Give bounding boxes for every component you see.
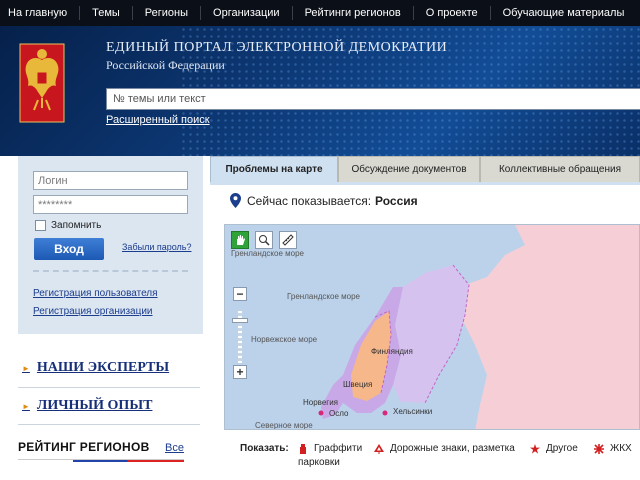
zoom-slider-thumb[interactable] [232,318,248,323]
search-input[interactable] [107,89,640,109]
nav-tutorials[interactable]: Обучающие материалы [489,6,637,20]
location-value: Россия [375,193,418,208]
site-header: ЕДИНЫЙ ПОРТАЛ ЭЛЕКТРОННОЙ ДЕМОКРАТИИ Рос… [0,26,640,156]
login-field[interactable] [34,172,187,189]
ruler-icon[interactable] [279,231,297,249]
coat-of-arms-icon[interactable] [18,42,66,124]
content-tabs: Проблемы на карте Обсуждение документов … [210,156,640,183]
experts-link[interactable]: ► НАШИ ЭКСПЕРТЫ [22,360,169,376]
road-sign-icon [374,444,384,454]
legend-utilities-label: ЖКХ [610,443,632,454]
zoom-out-button[interactable]: − [233,287,247,301]
legend-graffiti-text: Граффити парковки [298,442,363,470]
register-org-link[interactable]: Регистрация организации [33,306,153,317]
register-user-link[interactable]: Регистрация пользователя [33,288,158,299]
nav-organizations[interactable]: Организации [200,6,292,20]
graffiti-icon [300,444,306,454]
login-field-wrapper [33,171,188,190]
legend-graffiti[interactable]: Граффити парковки [298,442,362,470]
divider [33,270,188,272]
forgot-password-link[interactable]: Забыли пароль? [122,242,191,252]
legend-other[interactable]: Другое [530,442,578,456]
portal-subtitle: Российской Федерации [106,58,225,72]
experience-label: ЛИЧНЫЙ ОПЫТ [36,398,153,413]
rating-all-link[interactable]: Все [165,442,184,454]
map-label-sea: Северное море [255,421,313,430]
legend-graffiti-label: Граффити [314,443,363,454]
arrow-right-icon: ► [22,401,30,411]
legend-label: Показать: [240,443,289,454]
divider [18,387,200,388]
current-location: Сейчас показывается: Россия [230,193,418,208]
nav-topics[interactable]: Темы [79,6,132,20]
login-panel: Запомнить Вход Забыли пароль? Регистраци… [18,156,203,334]
map-label-sea: Гренландское море [231,249,304,258]
problems-map[interactable]: Гренландское море Гренландское море Норв… [224,224,640,430]
password-field-wrapper [33,195,188,214]
nav-about[interactable]: О проекте [412,6,490,20]
hand-pan-icon[interactable] [231,231,249,249]
experts-label: НАШИ ЭКСПЕРТЫ [36,360,170,375]
advanced-search-link[interactable]: Расширенный поиск [106,114,210,126]
login-button[interactable]: Вход [34,238,104,260]
portal-title: ЕДИНЫЙ ПОРТАЛ ЭЛЕКТРОННОЙ ДЕМОКРАТИИ [106,40,448,55]
star-icon [530,444,540,454]
location-pin-icon [230,193,241,208]
map-label-sea: Гренландское море [287,292,360,301]
tab-collective-appeals[interactable]: Коллективные обращения [480,156,640,182]
legend-road-signs-label: Дорожные знаки, разметка [390,443,515,454]
experience-link[interactable]: ► ЛИЧНЫЙ ОПЫТ [22,398,152,414]
arrow-right-icon: ► [22,363,30,373]
password-field[interactable] [34,196,187,213]
map-label-sea: Норвежское море [251,335,318,344]
remember-label: Запомнить [51,220,102,231]
zoom-in-button[interactable]: + [233,365,247,379]
legend-utilities[interactable]: ЖКХ [594,442,632,456]
legend-other-label: Другое [546,443,578,454]
rating-title: РЕЙТИНГ РЕГИОНОВ [18,440,150,454]
zoom-area-icon[interactable] [255,231,273,249]
legend-parking-label: парковки [298,457,340,468]
map-label-country: Норвегия [303,398,339,407]
location-prefix: Сейчас показывается: [247,193,372,208]
nav-regions[interactable]: Регионы [131,6,200,20]
map-label-country: Финляндия [371,347,413,356]
legend-road-signs[interactable]: Дорожные знаки, разметка [374,442,515,456]
divider [18,424,200,425]
map-label-country: Швеция [343,380,373,389]
remember-me[interactable]: Запомнить [35,220,101,231]
nav-region-ratings[interactable]: Рейтинги регионов [291,6,413,20]
nav-home[interactable]: На главную [0,6,79,20]
utilities-icon [594,444,604,454]
remember-checkbox[interactable] [35,220,46,231]
top-navigation: На главную Темы Регионы Организации Рейт… [0,0,640,26]
map-city: Хельсинки [393,407,433,416]
map-city: Осло [329,409,349,418]
tricolor-underline [18,459,184,462]
tab-map-problems[interactable]: Проблемы на карте [210,156,338,183]
tab-document-discussion[interactable]: Обсуждение документов [338,156,480,182]
search-box [106,88,640,110]
